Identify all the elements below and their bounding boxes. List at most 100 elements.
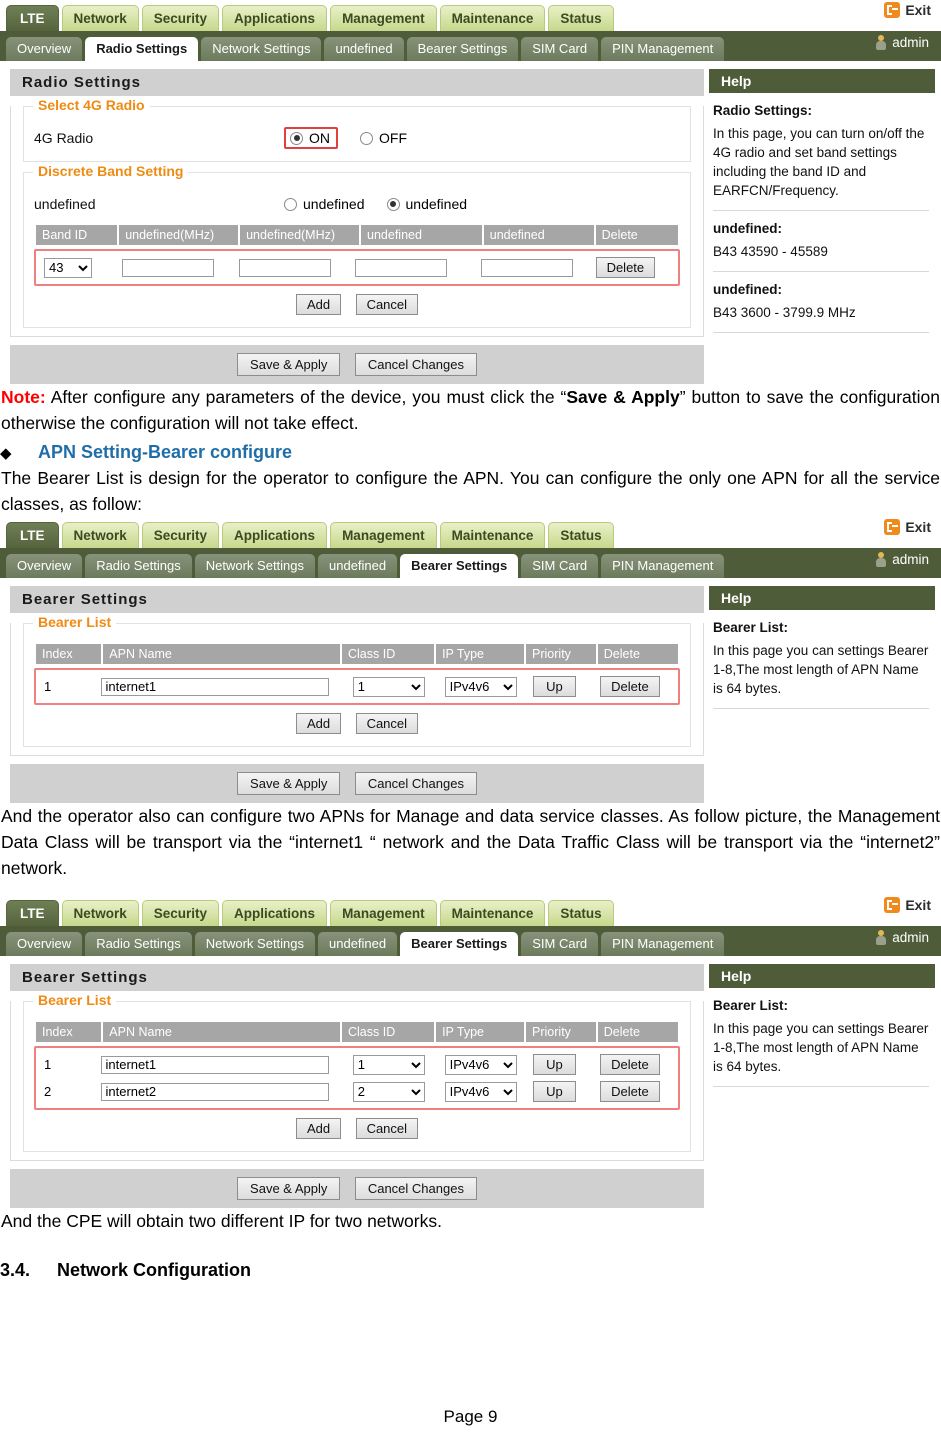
delete-bearer-button[interactable]: Delete: [600, 1054, 660, 1075]
apn-name-input[interactable]: [101, 677, 330, 696]
subnav-item-overview[interactable]: Overview: [6, 932, 83, 956]
nav-brand-lte[interactable]: LTE: [6, 5, 59, 31]
class-id-select[interactable]: 1: [352, 676, 425, 697]
band-id-select[interactable]: 43: [44, 257, 92, 278]
subnav-item-pin-management[interactable]: PIN Management: [601, 554, 725, 578]
nav-tab-network[interactable]: Network: [61, 522, 139, 548]
ip-type-select[interactable]: IPv4v6: [444, 1054, 517, 1075]
nav-tab-applications[interactable]: Applications: [222, 900, 328, 926]
apn-name-input[interactable]: [101, 1055, 330, 1074]
nav-tab-network[interactable]: Network: [61, 5, 139, 31]
subnav-item-bearer-settings[interactable]: Bearer Settings: [406, 37, 519, 61]
subnav-item-bearer-settings[interactable]: Bearer Settings: [400, 932, 519, 956]
save-apply-button[interactable]: Save & Apply: [237, 1177, 341, 1200]
apn-name-input[interactable]: [101, 1082, 330, 1101]
subnav-item-sim-card[interactable]: SIM Card: [521, 37, 599, 61]
priority-up-button[interactable]: Up: [533, 1081, 576, 1102]
nav-tab-status[interactable]: Status: [548, 900, 614, 926]
subnav-item-bearer-settings[interactable]: Bearer Settings: [400, 554, 519, 578]
subnav-item-undefined[interactable]: undefined: [324, 37, 404, 61]
class-id-select[interactable]: 2: [352, 1081, 425, 1102]
add-bearer-button[interactable]: Add: [295, 713, 342, 734]
nav-brand-lte[interactable]: LTE: [6, 522, 59, 548]
nav-brand-lte[interactable]: LTE: [6, 900, 59, 926]
subnav-item-undefined[interactable]: undefined: [318, 554, 398, 578]
nav-tab-management[interactable]: Management: [330, 5, 437, 31]
exit-button[interactable]: Exit: [884, 897, 931, 913]
radio-band-option-1[interactable]: undefined: [284, 196, 365, 212]
help-heading: Bearer List:: [713, 620, 789, 635]
nav-tab-security[interactable]: Security: [141, 5, 220, 31]
earfcn-high-input[interactable]: [238, 258, 331, 277]
subnav-item-radio-settings[interactable]: Radio Settings: [85, 37, 199, 61]
subnav-item-sim-card[interactable]: SIM Card: [521, 932, 599, 956]
cancel-changes-button[interactable]: Cancel Changes: [354, 1177, 477, 1200]
radio-4g-off[interactable]: OFF: [360, 130, 407, 146]
delete-bearer-button[interactable]: Delete: [600, 1081, 660, 1102]
class-id-select[interactable]: 1: [352, 1054, 425, 1075]
cancel-band-button[interactable]: Cancel: [355, 294, 419, 315]
nav-tab-security[interactable]: Security: [141, 522, 220, 548]
table-header-row: Index APN Name Class ID IP Type Priority…: [36, 644, 678, 664]
subnav-item-pin-management[interactable]: PIN Management: [601, 37, 725, 61]
save-apply-button[interactable]: Save & Apply: [237, 353, 341, 376]
th-apn-name: APN Name: [103, 644, 340, 664]
priority-up-button[interactable]: Up: [533, 676, 576, 697]
earfcn-low-input[interactable]: [122, 258, 215, 277]
freq-high-input[interactable]: [480, 258, 573, 277]
nav-tab-security[interactable]: Security: [141, 900, 220, 926]
subnav-item-network-settings[interactable]: Network Settings: [194, 932, 316, 956]
subnav-item-network-settings[interactable]: Network Settings: [201, 37, 322, 61]
form-footer-bar: Save & Apply Cancel Changes: [10, 1169, 704, 1208]
subnav-item-radio-settings[interactable]: Radio Settings: [85, 932, 192, 956]
ip-type-select[interactable]: IPv4v6: [444, 676, 517, 697]
delete-bearer-button[interactable]: Delete: [600, 676, 660, 697]
save-apply-button[interactable]: Save & Apply: [237, 772, 341, 795]
delete-band-button[interactable]: Delete: [595, 257, 656, 278]
form-footer-bar: Save & Apply Cancel Changes: [10, 764, 704, 803]
priority-up-button[interactable]: Up: [533, 1054, 576, 1075]
cancel-changes-button[interactable]: Cancel Changes: [354, 772, 477, 795]
nav-tab-management[interactable]: Management: [330, 522, 437, 548]
ip-type-select[interactable]: IPv4v6: [444, 1081, 517, 1102]
th-priority: Priority: [526, 644, 596, 664]
screenshot-radio-settings: LTE Network Security Applications Manage…: [0, 0, 941, 384]
exit-button[interactable]: Exit: [884, 2, 931, 18]
nav-tab-network[interactable]: Network: [61, 900, 139, 926]
admin-user[interactable]: admin: [875, 552, 929, 567]
subnav-item-network-settings[interactable]: Network Settings: [194, 554, 316, 578]
add-band-button[interactable]: Add: [295, 294, 342, 315]
radio-dot-icon: [284, 197, 297, 211]
user-icon: [875, 35, 887, 50]
bearer-rows-highlight: 1 1 IPv4v6: [34, 1046, 680, 1110]
exit-button[interactable]: Exit: [884, 519, 931, 535]
subnav-item-overview[interactable]: Overview: [6, 37, 83, 61]
radio-band-option-2[interactable]: undefined: [386, 196, 467, 212]
top-navbar: LTE Network Security Applications Manage…: [0, 0, 941, 31]
nav-tab-maintenance[interactable]: Maintenance: [439, 5, 546, 31]
admin-user[interactable]: admin: [875, 930, 929, 945]
subnav-item-undefined[interactable]: undefined: [318, 932, 398, 956]
cancel-changes-button[interactable]: Cancel Changes: [354, 353, 477, 376]
help-text: B43 43590 - 45589: [713, 244, 828, 259]
nav-tab-maintenance[interactable]: Maintenance: [439, 900, 546, 926]
bearer-rows-table: 1 1 IPv4v6: [38, 1050, 676, 1106]
top-navbar: LTE Network Security Applications Manage…: [0, 895, 941, 926]
nav-tab-status[interactable]: Status: [548, 5, 614, 31]
admin-user[interactable]: admin: [875, 35, 929, 50]
table-row: 1 1 IPv4v6: [40, 1052, 674, 1077]
nav-tab-maintenance[interactable]: Maintenance: [439, 522, 546, 548]
cancel-bearer-button[interactable]: Cancel: [355, 1118, 419, 1139]
nav-tab-applications[interactable]: Applications: [222, 5, 328, 31]
subnav-item-radio-settings[interactable]: Radio Settings: [85, 554, 192, 578]
subnav-item-overview[interactable]: Overview: [6, 554, 83, 578]
subnav-item-pin-management[interactable]: PIN Management: [601, 932, 725, 956]
subnav-item-sim-card[interactable]: SIM Card: [521, 554, 599, 578]
cancel-bearer-button[interactable]: Cancel: [355, 713, 419, 734]
nav-tab-status[interactable]: Status: [548, 522, 614, 548]
freq-low-input[interactable]: [355, 258, 448, 277]
add-bearer-button[interactable]: Add: [295, 1118, 342, 1139]
nav-tab-applications[interactable]: Applications: [222, 522, 328, 548]
radio-4g-on[interactable]: ON: [290, 130, 330, 146]
nav-tab-management[interactable]: Management: [330, 900, 437, 926]
